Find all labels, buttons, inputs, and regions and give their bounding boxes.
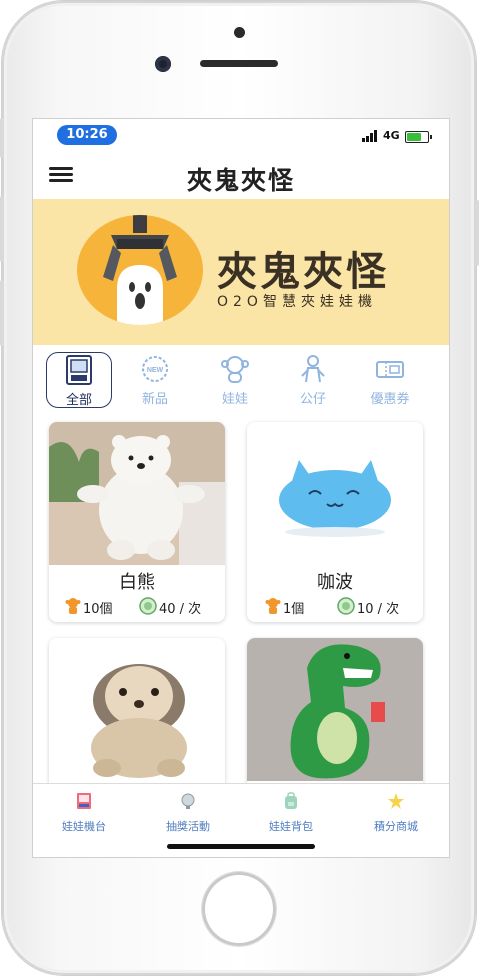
battery-icon [405, 131, 432, 143]
front-camera [155, 56, 171, 72]
product-card[interactable]: 咖波 1個 10 / 次 [247, 422, 423, 622]
tab-label: 娃娃背包 [269, 820, 313, 833]
points-shop-icon [388, 793, 404, 809]
product-stock: 10個 [83, 602, 113, 617]
tab-label: 積分商城 [374, 820, 418, 833]
category-bar: 全部 NEW 新品 娃娃 公仔 優惠券 [33, 349, 449, 409]
dinosaur-plush-image [247, 638, 423, 781]
stock-monkey-icon [265, 598, 281, 614]
front-sensor [234, 27, 245, 38]
power-button [475, 200, 479, 266]
status-time: 10:26 [57, 125, 117, 145]
figure-icon [301, 355, 325, 383]
signal-icon [362, 130, 380, 142]
coin-icon [337, 597, 355, 615]
stock-monkey-icon [65, 598, 81, 614]
product-card[interactable] [49, 638, 225, 798]
tab-lottery[interactable]: 抽獎活動 [143, 792, 233, 838]
tab-doll-backpack[interactable]: 娃娃背包 [246, 792, 336, 838]
ringer-switch [0, 118, 4, 158]
category-figures[interactable]: 公仔 [281, 352, 345, 407]
banner-title: 夾鬼夾怪 [217, 249, 389, 295]
tab-label: 抽獎活動 [166, 820, 210, 833]
product-meta: 10個 40 / 次 [49, 597, 225, 617]
product-name: 白熊 [119, 572, 155, 593]
app-screen: 10:26 4G 夾鬼夾怪 夾鬼夾怪 O2O智慧夾娃娃機 全部 NEW 新品 娃… [32, 118, 450, 858]
category-coupons[interactable]: 優惠券 [358, 352, 422, 407]
volume-up-button [0, 196, 4, 262]
status-bar: 10:26 4G [33, 119, 449, 149]
network-type: 4G [383, 129, 400, 142]
backpack-icon [285, 792, 297, 809]
tab-label: 娃娃機台 [62, 820, 106, 833]
app-title: 夾鬼夾怪 [186, 166, 295, 195]
lottery-icon [181, 793, 195, 809]
capoo-plush-image [247, 422, 423, 565]
hedgehog-plush-image [49, 638, 225, 781]
white-bear-image [49, 422, 225, 565]
product-price: 10 / 次 [357, 602, 400, 617]
ghost-claw-logo [77, 215, 203, 325]
product-card[interactable]: 白熊 10個 40 / 次 [49, 422, 225, 622]
category-all[interactable]: 全部 [46, 352, 112, 408]
earpiece-speaker [200, 60, 278, 67]
category-label: 公仔 [299, 392, 326, 407]
category-label: 新品 [141, 392, 168, 407]
category-label: 全部 [65, 393, 92, 408]
product-name: 咖波 [317, 572, 353, 593]
banner-subtitle: O2O智慧夾娃娃機 [217, 294, 377, 310]
machine-icon [66, 355, 92, 385]
tab-points-shop[interactable]: 積分商城 [351, 792, 441, 838]
brand-banner: 夾鬼夾怪 O2O智慧夾娃娃機 [33, 199, 449, 345]
monkey-doll-icon [221, 356, 249, 383]
product-meta: 1個 10 / 次 [247, 597, 423, 617]
product-card[interactable] [247, 638, 423, 798]
claw-machine-icon [77, 793, 91, 809]
category-dolls[interactable]: 娃娃 [203, 352, 267, 407]
svg-text:NEW: NEW [147, 367, 164, 374]
home-button[interactable] [202, 872, 276, 946]
category-label: 娃娃 [221, 392, 248, 407]
coin-icon [139, 597, 157, 615]
category-new[interactable]: NEW 新品 [123, 352, 187, 407]
home-indicator [167, 844, 315, 849]
coupon-icon [376, 361, 404, 378]
product-grid: 白熊 10個 40 / 次 咖波 1個 10 / 次 [33, 419, 449, 798]
product-price: 40 / 次 [159, 602, 202, 617]
volume-down-button [0, 280, 4, 346]
tab-doll-machines[interactable]: 娃娃機台 [39, 792, 129, 838]
app-bar: 夾鬼夾怪 [33, 149, 449, 199]
new-badge-icon: NEW [142, 356, 168, 382]
category-label: 優惠券 [370, 392, 410, 407]
hamburger-menu-icon[interactable] [49, 167, 73, 183]
product-stock: 1個 [283, 602, 305, 617]
